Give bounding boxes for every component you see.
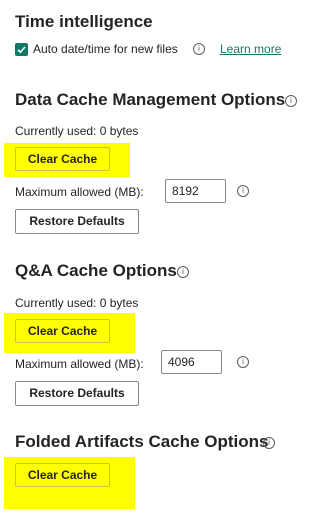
info-icon[interactable]: i bbox=[193, 43, 205, 55]
learn-more-link[interactable]: Learn more bbox=[220, 42, 281, 56]
checkmark-icon bbox=[17, 46, 26, 54]
qa-cache-currently-used: Currently used: 0 bytes bbox=[15, 296, 139, 310]
data-cache-max-allowed-input[interactable]: 8192 bbox=[165, 179, 226, 203]
restore-defaults-button[interactable]: Restore Defaults bbox=[15, 209, 139, 234]
auto-date-checkbox[interactable] bbox=[15, 43, 28, 56]
info-icon[interactable]: i bbox=[263, 437, 275, 449]
auto-date-label[interactable]: Auto date/time for new files bbox=[33, 42, 178, 56]
data-cache-title: Data Cache Management Options bbox=[15, 90, 286, 109]
clear-cache-button[interactable]: Clear Cache bbox=[15, 147, 110, 171]
data-cache-max-allowed-label: Maximum allowed (MB): bbox=[15, 185, 144, 199]
info-icon[interactable]: i bbox=[237, 356, 249, 368]
folded-artifacts-title: Folded Artifacts Cache Options bbox=[15, 432, 269, 451]
qa-cache-title: Q&A Cache Options bbox=[15, 261, 177, 280]
info-icon[interactable]: i bbox=[285, 95, 297, 107]
info-icon[interactable]: i bbox=[237, 185, 249, 197]
restore-defaults-button[interactable]: Restore Defaults bbox=[15, 381, 139, 406]
clear-cache-button[interactable]: Clear Cache bbox=[15, 319, 110, 343]
clear-cache-button[interactable]: Clear Cache bbox=[15, 463, 110, 487]
data-cache-currently-used: Currently used: 0 bytes bbox=[15, 124, 139, 138]
time-intelligence-title: Time intelligence bbox=[15, 12, 153, 31]
info-icon[interactable]: i bbox=[177, 266, 189, 278]
qa-cache-max-allowed-label: Maximum allowed (MB): bbox=[15, 357, 144, 371]
qa-cache-max-allowed-input[interactable]: 4096 bbox=[161, 350, 222, 374]
